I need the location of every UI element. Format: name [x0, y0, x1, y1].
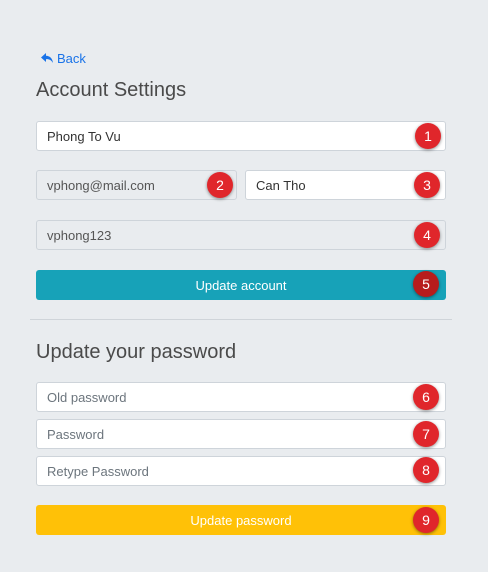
annotation-badge-8: 8	[413, 457, 439, 483]
account-settings-title: Account Settings	[36, 79, 187, 101]
reply-arrow-icon	[40, 51, 54, 65]
annotation-badge-7: 7	[413, 421, 439, 447]
annotation-badge-1: 1	[415, 123, 441, 149]
back-link-label: Back	[57, 50, 86, 66]
account-settings-panel: Back Account Settings 1 2 3 4 Update acc…	[0, 0, 488, 572]
annotation-badge-2: 2	[207, 172, 233, 198]
annotation-badge-3: 3	[414, 172, 440, 198]
new-password-field[interactable]	[36, 419, 446, 449]
back-link[interactable]: Back	[40, 49, 86, 67]
annotation-badge-9: 9	[413, 507, 439, 533]
section-divider	[30, 319, 452, 320]
retype-password-field[interactable]	[36, 456, 446, 486]
update-password-title: Update your password	[36, 341, 237, 363]
full-name-field[interactable]	[36, 121, 446, 151]
old-password-field[interactable]	[36, 382, 446, 412]
update-account-button[interactable]: Update account	[36, 270, 446, 300]
annotation-badge-5: 5	[413, 271, 439, 297]
annotation-badge-6: 6	[413, 384, 439, 410]
annotation-badge-4: 4	[414, 222, 440, 248]
update-password-button[interactable]: Update password	[36, 505, 446, 535]
username-field[interactable]	[36, 220, 446, 250]
